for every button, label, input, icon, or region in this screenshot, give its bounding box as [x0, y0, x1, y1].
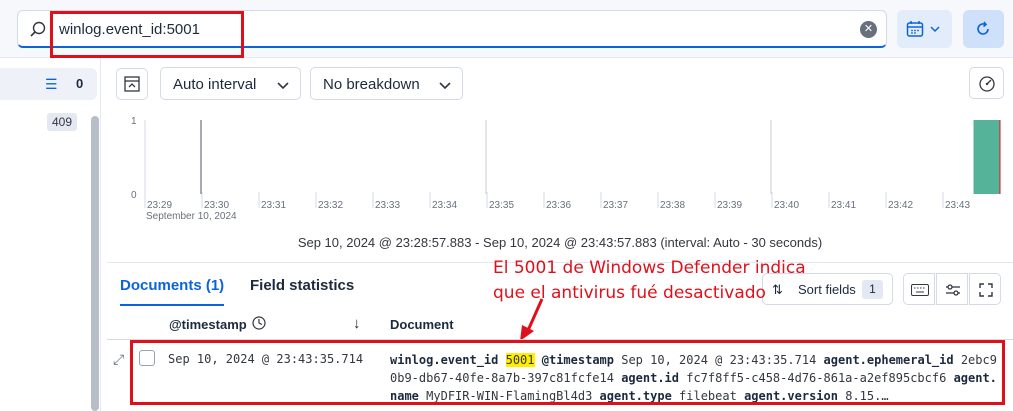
search-icon: [30, 21, 46, 37]
calendar-icon: [906, 21, 924, 37]
x-tick-label: 23:31: [261, 200, 286, 211]
x-sublabel: September 10, 2024: [146, 211, 237, 222]
x-tick-label: 23:38: [660, 200, 685, 211]
expand-icon[interactable]: ⤢: [113, 351, 124, 368]
y-tick-label: 0: [131, 190, 137, 201]
x-tick-label: 23:36: [546, 200, 571, 211]
filter-icon: ☰: [45, 76, 58, 92]
sort-count-badge: 1: [862, 280, 883, 299]
filter-count: 0: [76, 76, 84, 91]
sort-label: Sort fields: [798, 282, 856, 297]
tab-documents[interactable]: Documents (1): [120, 277, 225, 306]
row-highlight-box: [130, 340, 1005, 405]
fullscreen-icon: [979, 283, 993, 297]
time-range-label: Sep 10, 2024 @ 23:28:57.883 - Sep 10, 20…: [297, 235, 823, 250]
fullscreen-button[interactable]: [969, 273, 1001, 305]
chart-toolbar: Auto interval No breakdown: [107, 58, 1013, 108]
x-tick-label: 23:29: [147, 200, 172, 211]
sort-desc-icon[interactable]: ↓: [353, 315, 361, 332]
settings-sliders-icon: [946, 284, 960, 296]
interval-label: Auto interval: [173, 76, 257, 93]
sidebar-scrollbar[interactable]: [91, 116, 99, 411]
toggle-chart-button[interactable]: [116, 68, 148, 100]
refresh-button[interactable]: [963, 10, 1004, 48]
clear-icon[interactable]: ✕: [860, 21, 877, 38]
gauge-icon: [979, 76, 995, 92]
annotation-line-1: El 5001 de Windows Defender indica: [493, 258, 806, 278]
chevron-down-icon: [439, 82, 451, 90]
field-sidebar: ☰ 0 409: [0, 58, 101, 411]
histogram-svg: 1 0 23:29 23:30 23:31 23:32 23:33 23:34 23:35 23:…: [131, 116, 1001, 222]
x-tick-label: 23:40: [774, 200, 799, 211]
y-tick-label: 1: [131, 116, 137, 127]
field-filter-button[interactable]: ☰ 0: [0, 68, 97, 100]
x-tick-label: 23:41: [831, 200, 856, 211]
x-tick-label: 23:34: [432, 200, 457, 211]
chart-toggle-icon: [124, 76, 140, 92]
chevron-down-icon: [277, 82, 289, 90]
discover-app: winlog.event_id:5001 ✕ ☰ 0 409 Auto inte…: [0, 0, 1013, 411]
x-tick-label: 23:30: [204, 200, 229, 211]
refresh-icon: [977, 21, 989, 35]
clock-icon: [252, 316, 266, 330]
grid-header: @timestamp ↓ Document: [107, 308, 1013, 340]
document-column-header[interactable]: Document: [390, 317, 454, 332]
tab-field-statistics[interactable]: Field statistics: [250, 277, 354, 294]
x-tick-label: 23:35: [489, 200, 514, 211]
x-tick-label: 23:42: [888, 200, 913, 211]
histogram-chart: 1 0 23:29 23:30 23:31 23:32 23:33 23:34 23:35 23:…: [107, 108, 1013, 260]
breakdown-label: No breakdown: [323, 76, 420, 93]
breakdown-dropdown[interactable]: No breakdown: [310, 67, 463, 100]
chevron-down-icon: [930, 26, 940, 33]
histogram-bar: [973, 120, 1000, 194]
x-tick-label: 23:33: [375, 200, 400, 211]
x-tick-label: 23:43: [945, 200, 970, 211]
x-tick-label: 23:39: [717, 200, 742, 211]
date-picker-button[interactable]: [897, 10, 952, 48]
keyboard-icon: [911, 284, 929, 296]
field-count-badge: 409: [47, 113, 78, 131]
timestamp-column-header[interactable]: @timestamp: [169, 317, 247, 332]
query-bar: winlog.event_id:5001 ✕: [0, 0, 1013, 58]
interval-dropdown[interactable]: Auto interval: [160, 67, 301, 100]
query-highlight-box: [50, 11, 244, 58]
keyboard-shortcuts-button[interactable]: [903, 273, 935, 305]
chart-options-button[interactable]: [969, 67, 1004, 99]
display-settings-button[interactable]: [936, 273, 968, 305]
x-tick-label: 23:32: [318, 200, 343, 211]
x-tick-label: 23:37: [603, 200, 628, 211]
